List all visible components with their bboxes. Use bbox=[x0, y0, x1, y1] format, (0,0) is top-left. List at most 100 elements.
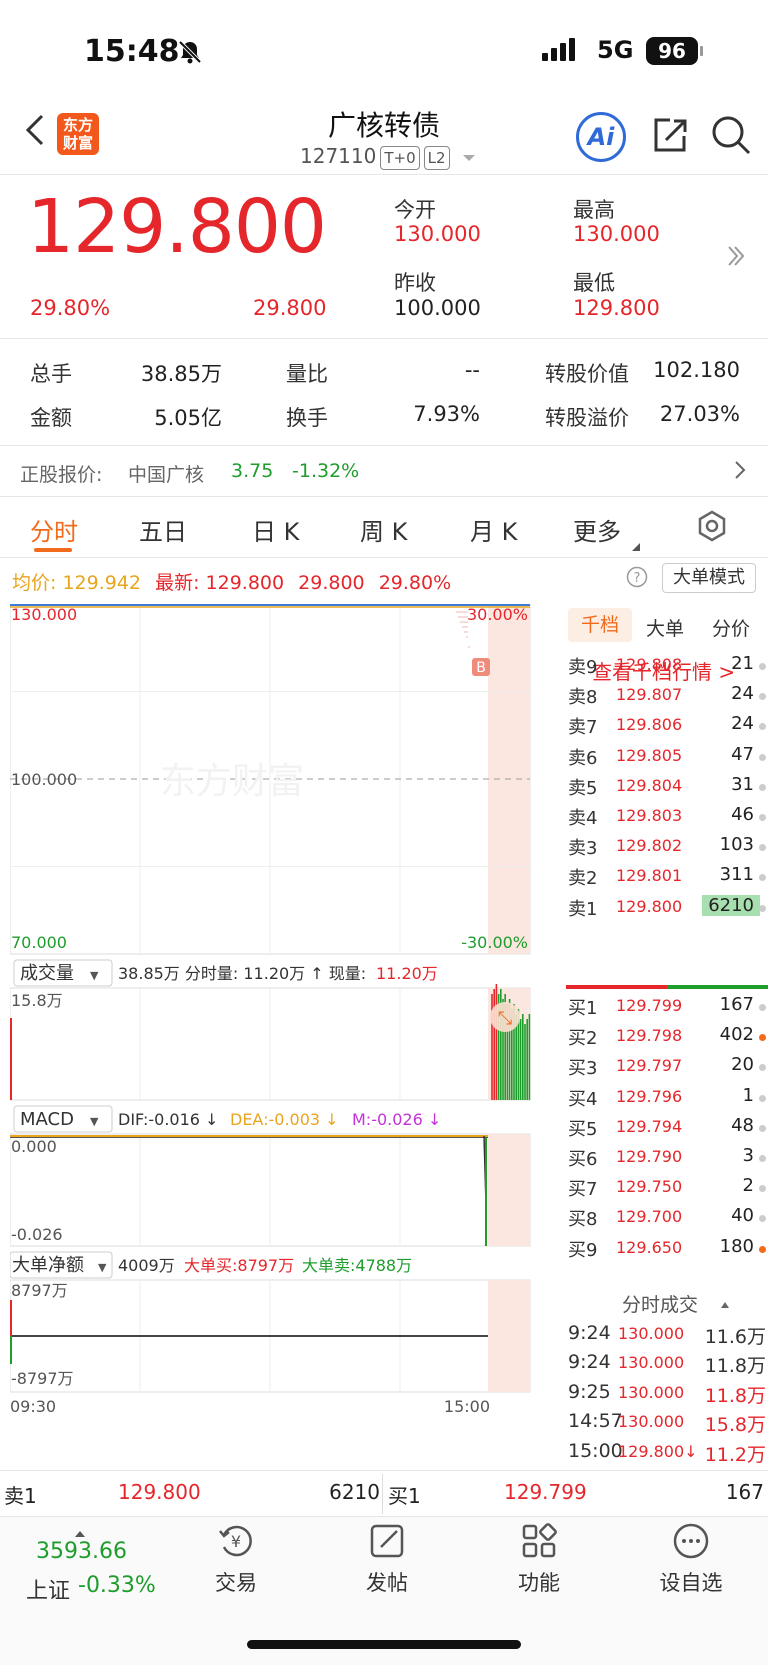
underlying-row[interactable]: 正股报价: 中国广核 3.75 -1.32% bbox=[0, 446, 768, 496]
expand-icon-glyph: ⤡ bbox=[498, 1008, 512, 1029]
ask-volume: 24 bbox=[731, 713, 754, 735]
level-dot-icon bbox=[759, 1124, 766, 1132]
tab-daily-k[interactable]: 日 K bbox=[252, 512, 299, 547]
bid-row[interactable]: 买9 129.650 180 bbox=[566, 1234, 768, 1264]
open-value: 130.000 bbox=[394, 222, 481, 246]
panel-tab-bigorder[interactable]: 大单 bbox=[646, 614, 684, 641]
bid-row[interactable]: 买8 129.700 40 bbox=[566, 1203, 768, 1233]
tab-intraday[interactable]: 分时 bbox=[30, 512, 78, 547]
ask-price: 129.807 bbox=[616, 685, 683, 705]
divider bbox=[0, 338, 768, 339]
bq-buy-price: 129.799 bbox=[504, 1480, 587, 1504]
ask-row[interactable]: 卖4 129.803 46 bbox=[566, 802, 768, 832]
trade-volume: 11.2万 bbox=[704, 1443, 766, 1466]
share-icon[interactable] bbox=[650, 116, 690, 160]
bid-level: 买2 bbox=[568, 1028, 598, 1050]
trade-icon: ¥ bbox=[219, 1525, 252, 1557]
panel-tab-depth[interactable]: 千档 bbox=[568, 608, 632, 642]
macd-selector-label: MACD bbox=[20, 1109, 74, 1130]
trades-title[interactable]: 分时成交 bbox=[622, 1290, 698, 1317]
stat-vol-label: 总手 bbox=[30, 362, 72, 386]
bq-divider bbox=[382, 1474, 383, 1514]
tab-more[interactable]: 更多 bbox=[573, 512, 621, 547]
divider bbox=[0, 174, 768, 175]
ask-volume: 21 bbox=[731, 653, 754, 674]
y-tick-mid: 100.000 bbox=[11, 770, 77, 789]
ask-row[interactable]: 卖9 129.808 21 bbox=[566, 651, 768, 681]
ask-level: 卖6 bbox=[568, 747, 598, 769]
dropdown-icon: ▼ bbox=[90, 969, 99, 982]
bid-price: 129.796 bbox=[616, 1086, 683, 1106]
ask-row[interactable]: 卖7 129.806 24 bbox=[566, 711, 768, 741]
buy-marker-label: B bbox=[476, 660, 486, 676]
bid-row[interactable]: 买4 129.796 1 bbox=[566, 1083, 768, 1113]
bid-row[interactable]: 买6 129.790 3 bbox=[566, 1143, 768, 1173]
bid-row[interactable]: 买7 129.750 2 bbox=[566, 1173, 768, 1203]
help-icon[interactable]: ? bbox=[626, 566, 648, 592]
panel-tab-pricedist[interactable]: 分价 bbox=[712, 614, 750, 641]
ask-level: 卖1 bbox=[568, 898, 598, 920]
bottom-quote-row: 卖1 129.800 6210 买1 129.799 167 bbox=[0, 1474, 768, 1514]
ask-volume: 311 bbox=[719, 864, 754, 886]
bq-buy-label: 买1 bbox=[388, 1484, 421, 1508]
caret-icon bbox=[632, 536, 640, 555]
nav-trade[interactable]: ¥ 交易 bbox=[176, 1521, 296, 1597]
bid-level: 买8 bbox=[568, 1209, 598, 1231]
ask-row[interactable]: 卖6 129.805 47 bbox=[566, 742, 768, 772]
ask-volume: 6210 bbox=[702, 894, 760, 916]
ask-price: 129.803 bbox=[616, 806, 683, 825]
latest-value: 129.800 bbox=[205, 572, 285, 594]
low-label: 最低 bbox=[573, 271, 615, 295]
bid-level: 买6 bbox=[568, 1149, 598, 1170]
ask-row[interactable]: 卖1 129.800 6210 bbox=[566, 893, 768, 923]
trade-row: 15:00 129.800↓ 11.2万 bbox=[566, 1438, 768, 1469]
ai-button[interactable]: Ai bbox=[576, 112, 626, 162]
ask-row[interactable]: 卖2 129.801 311 bbox=[566, 862, 768, 892]
bid-price: 129.797 bbox=[616, 1056, 683, 1076]
nav-functions-label: 功能 bbox=[518, 1571, 560, 1595]
netflow-ytick-top: 8797万 bbox=[11, 1281, 68, 1300]
bid-price: 129.799 bbox=[616, 996, 683, 1015]
high-label: 最高 bbox=[573, 198, 615, 222]
stat-vol-value: 38.85万 bbox=[140, 362, 222, 386]
bid-row[interactable]: 买1 129.799 167 bbox=[566, 992, 768, 1022]
trade-price: 130.000 bbox=[618, 1324, 685, 1343]
bid-row[interactable]: 买5 129.794 48 bbox=[566, 1113, 768, 1143]
intraday-charts[interactable]: 东方财富 130.000 100.000 70.000 30.00% -30.00% B 成交… bbox=[10, 604, 562, 1446]
watermark: 东方财富 bbox=[160, 761, 304, 802]
nav-functions[interactable]: 功能 bbox=[479, 1521, 599, 1597]
gear-icon[interactable] bbox=[696, 510, 728, 546]
level-dot-icon bbox=[759, 1004, 766, 1011]
book-divider bbox=[566, 985, 768, 989]
ask-volume: 24 bbox=[731, 683, 754, 705]
ask-volume: 46 bbox=[731, 804, 754, 825]
underlying-price: 3.75 bbox=[231, 460, 274, 482]
level-dot-icon bbox=[759, 1215, 766, 1223]
index-value[interactable]: 3593.66 bbox=[36, 1539, 127, 1564]
trade-time: 9:24 bbox=[568, 1322, 611, 1344]
big-order-mode-button[interactable]: 大单模式 bbox=[662, 563, 756, 593]
ask-level: 卖4 bbox=[568, 808, 598, 829]
bid-row[interactable]: 买2 129.798 402 bbox=[566, 1022, 768, 1052]
tab-monthly-k[interactable]: 月 K bbox=[470, 512, 517, 547]
prev-close-value: 100.000 bbox=[394, 296, 481, 320]
trade-price: 130.000 bbox=[618, 1382, 685, 1402]
tab-weekly-k[interactable]: 周 K bbox=[360, 512, 407, 547]
bid-row[interactable]: 买3 129.797 20 bbox=[566, 1052, 768, 1082]
bid-volume: 48 bbox=[731, 1114, 754, 1136]
security-code[interactable]: 127110 T+0 L2 bbox=[300, 144, 476, 170]
search-icon[interactable] bbox=[710, 114, 752, 160]
volume-summary: 38.85万 分时量: 11.20万 ↑ 现量: bbox=[118, 964, 366, 983]
nav-watchlist[interactable]: 设自选 bbox=[631, 1521, 751, 1597]
level-dot-icon bbox=[759, 1185, 766, 1193]
ask-row[interactable]: 卖5 129.804 31 bbox=[566, 772, 768, 802]
nav-post[interactable]: 发帖 bbox=[327, 1521, 447, 1597]
netflow-selector-label: 大单净额 bbox=[12, 1255, 84, 1276]
chevron-right-icon bbox=[734, 460, 746, 484]
tab-5day[interactable]: 五日 bbox=[139, 512, 187, 547]
bid-level: 买4 bbox=[568, 1088, 598, 1110]
ask-row[interactable]: 卖3 129.802 103 bbox=[566, 832, 768, 862]
ask-row[interactable]: 卖8 129.807 24 bbox=[566, 681, 768, 711]
dropdown-icon[interactable] bbox=[462, 144, 476, 168]
expand-chevron-icon[interactable] bbox=[726, 244, 746, 272]
